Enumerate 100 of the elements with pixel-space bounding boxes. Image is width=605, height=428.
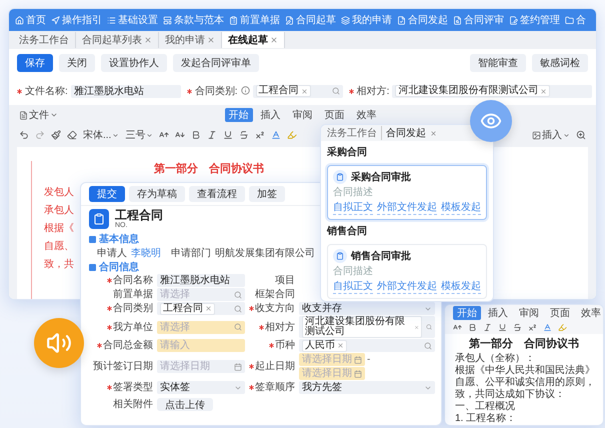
undo-icon[interactable] <box>19 130 29 140</box>
close-icon[interactable] <box>144 36 152 44</box>
superscript-icon[interactable] <box>528 322 537 332</box>
insert-dropdown[interactable]: 插入 <box>532 128 570 142</box>
ribbon-tab[interactable]: 审阅 <box>288 108 316 122</box>
card-link[interactable]: 外部文件发起 <box>377 200 437 215</box>
tool-button[interactable]: 智能审查 <box>470 54 526 72</box>
card-description: 合同描述 <box>333 264 374 278</box>
nav-item[interactable]: 合 <box>565 13 586 27</box>
bold-icon[interactable] <box>468 322 477 332</box>
select-field[interactable]: 收支并存 <box>299 302 435 315</box>
select-field[interactable]: 我方先签 <box>299 381 435 394</box>
underline-icon[interactable] <box>498 322 507 332</box>
search-icon <box>424 342 432 350</box>
nav-item[interactable]: 我的申请 <box>341 13 392 27</box>
nav-item[interactable]: 首页 <box>15 13 46 27</box>
nav-item[interactable]: 合同发起 <box>397 13 448 27</box>
strikethrough-icon[interactable] <box>513 322 522 332</box>
close-icon[interactable] <box>337 342 344 349</box>
breadcrumb-item[interactable]: 合同发起 <box>381 126 426 140</box>
action-button[interactable]: 关闭 <box>59 54 95 72</box>
page-tab[interactable]: 合同起草列表 <box>76 32 159 48</box>
ribbon-tab[interactable]: 效率 <box>577 306 603 320</box>
select-field[interactable]: 河北建设集团股份有限测试公司 <box>392 84 592 98</box>
close-icon[interactable] <box>430 130 437 136</box>
contract-card[interactable]: 销售合同审批 合同描述 自拟正文 外部文件发起 模板发起 <box>327 244 487 299</box>
ribbon-tab[interactable]: 插入 <box>484 306 512 320</box>
ribbon-tab[interactable]: 开始 <box>453 306 481 320</box>
tag-chip[interactable]: 工程合同 <box>160 302 215 314</box>
form-button[interactable]: 存为草稿 <box>129 186 185 202</box>
nav-item[interactable]: 合同评审 <box>453 13 504 27</box>
nav-item[interactable]: 前置单据 <box>229 13 280 27</box>
form-button[interactable]: 加签 <box>249 186 285 202</box>
ribbon-tab[interactable]: 效率 <box>352 108 380 122</box>
field-label: 收支方向 <box>255 303 295 314</box>
form-button[interactable]: 查看流程 <box>189 186 245 202</box>
font-grow-icon[interactable] <box>159 130 170 140</box>
field-label: 合同总金额 <box>103 340 153 351</box>
close-icon[interactable] <box>207 36 215 44</box>
card-link[interactable]: 自拟正文 <box>333 200 373 215</box>
ribbon-tab[interactable]: 插入 <box>256 108 284 122</box>
upload-button[interactable]: 点击上传 <box>157 398 213 411</box>
field-value[interactable]: 李晓明 <box>131 246 161 260</box>
action-button[interactable]: 发起合同评审单 <box>173 54 259 72</box>
zoom-icon[interactable] <box>576 130 586 140</box>
ribbon-tab[interactable]: 审阅 <box>515 306 543 320</box>
card-link[interactable]: 模板发起 <box>441 200 481 215</box>
strikethrough-icon[interactable] <box>239 130 250 140</box>
tag-chip[interactable]: 工程合同 <box>256 85 311 97</box>
italic-icon[interactable] <box>483 322 492 332</box>
italic-icon[interactable] <box>207 130 218 140</box>
field-label: 签署类型 <box>113 382 153 393</box>
nav-item[interactable]: 条款与范本 <box>163 13 224 27</box>
underline-icon[interactable] <box>223 130 234 140</box>
action-button[interactable]: 设置协作人 <box>101 54 167 72</box>
form-button[interactable]: 提交 <box>89 186 125 202</box>
font-dropdown[interactable]: 宋体... <box>83 128 120 142</box>
select-field[interactable]: 人民币 <box>299 339 435 352</box>
close-icon[interactable] <box>270 36 278 44</box>
select-field[interactable]: 工程合同 <box>252 84 343 98</box>
tag-chip[interactable]: 河北建设集团股份有限测试公司 <box>395 85 550 97</box>
card-link[interactable]: 外部文件发起 <box>377 279 437 294</box>
select-field[interactable]: 实体签 <box>157 381 245 394</box>
nav-item[interactable]: 签约管理 <box>509 13 560 27</box>
form-title: 工程合同 <box>115 208 163 222</box>
ribbon-tab[interactable]: 页面 <box>320 108 348 122</box>
select-field[interactable]: 工程合同 <box>157 302 245 315</box>
bold-icon[interactable] <box>191 130 202 140</box>
input-field[interactable]: 雅江墨脱水电站 <box>157 274 245 287</box>
font-color-icon[interactable] <box>543 322 552 332</box>
close-icon[interactable] <box>205 305 212 312</box>
size-dropdown[interactable]: 三号 <box>125 128 154 142</box>
eraser-icon[interactable] <box>67 130 77 140</box>
field-label: 我方单位 <box>113 322 153 332</box>
format-painter-icon[interactable] <box>51 130 61 140</box>
font-grow-icon[interactable] <box>453 322 462 332</box>
field-label: 相对方 <box>265 322 295 332</box>
font-color-icon[interactable] <box>271 130 282 140</box>
action-button[interactable]: 保存 <box>17 54 53 72</box>
ribbon-tab[interactable]: 页面 <box>546 306 574 320</box>
nav-item[interactable]: 基础设置 <box>107 13 158 27</box>
page-tab[interactable]: 在线起草 <box>222 32 285 48</box>
breadcrumb-item[interactable]: 法务工作台 <box>327 126 377 140</box>
close-icon[interactable] <box>300 88 308 94</box>
nav-item[interactable]: 操作指引 <box>51 13 102 27</box>
page-tab[interactable]: 法务工作台 <box>13 32 76 48</box>
card-link[interactable]: 模板发起 <box>441 279 481 294</box>
ribbon-tab[interactable]: 开始 <box>224 108 252 122</box>
nav-item[interactable]: 合同起草 <box>285 13 336 27</box>
tool-button[interactable]: 敏感词检 <box>532 54 588 72</box>
file-menu[interactable]: 文件 <box>19 108 224 122</box>
input-field[interactable]: 雅江墨脱水电站 <box>70 84 181 98</box>
font-shrink-icon[interactable] <box>175 130 186 140</box>
group-title: 采购合同 <box>327 146 368 160</box>
close-icon[interactable] <box>540 88 548 94</box>
document-text: 承包人 <box>44 206 74 216</box>
superscript-icon[interactable] <box>255 130 266 140</box>
tag-chip[interactable]: 人民币 <box>302 340 347 352</box>
contract-card[interactable]: 采购合同审批 合同描述 自拟正文 外部文件发起 模板发起 <box>327 165 487 220</box>
card-link[interactable]: 自拟正文 <box>333 279 373 294</box>
